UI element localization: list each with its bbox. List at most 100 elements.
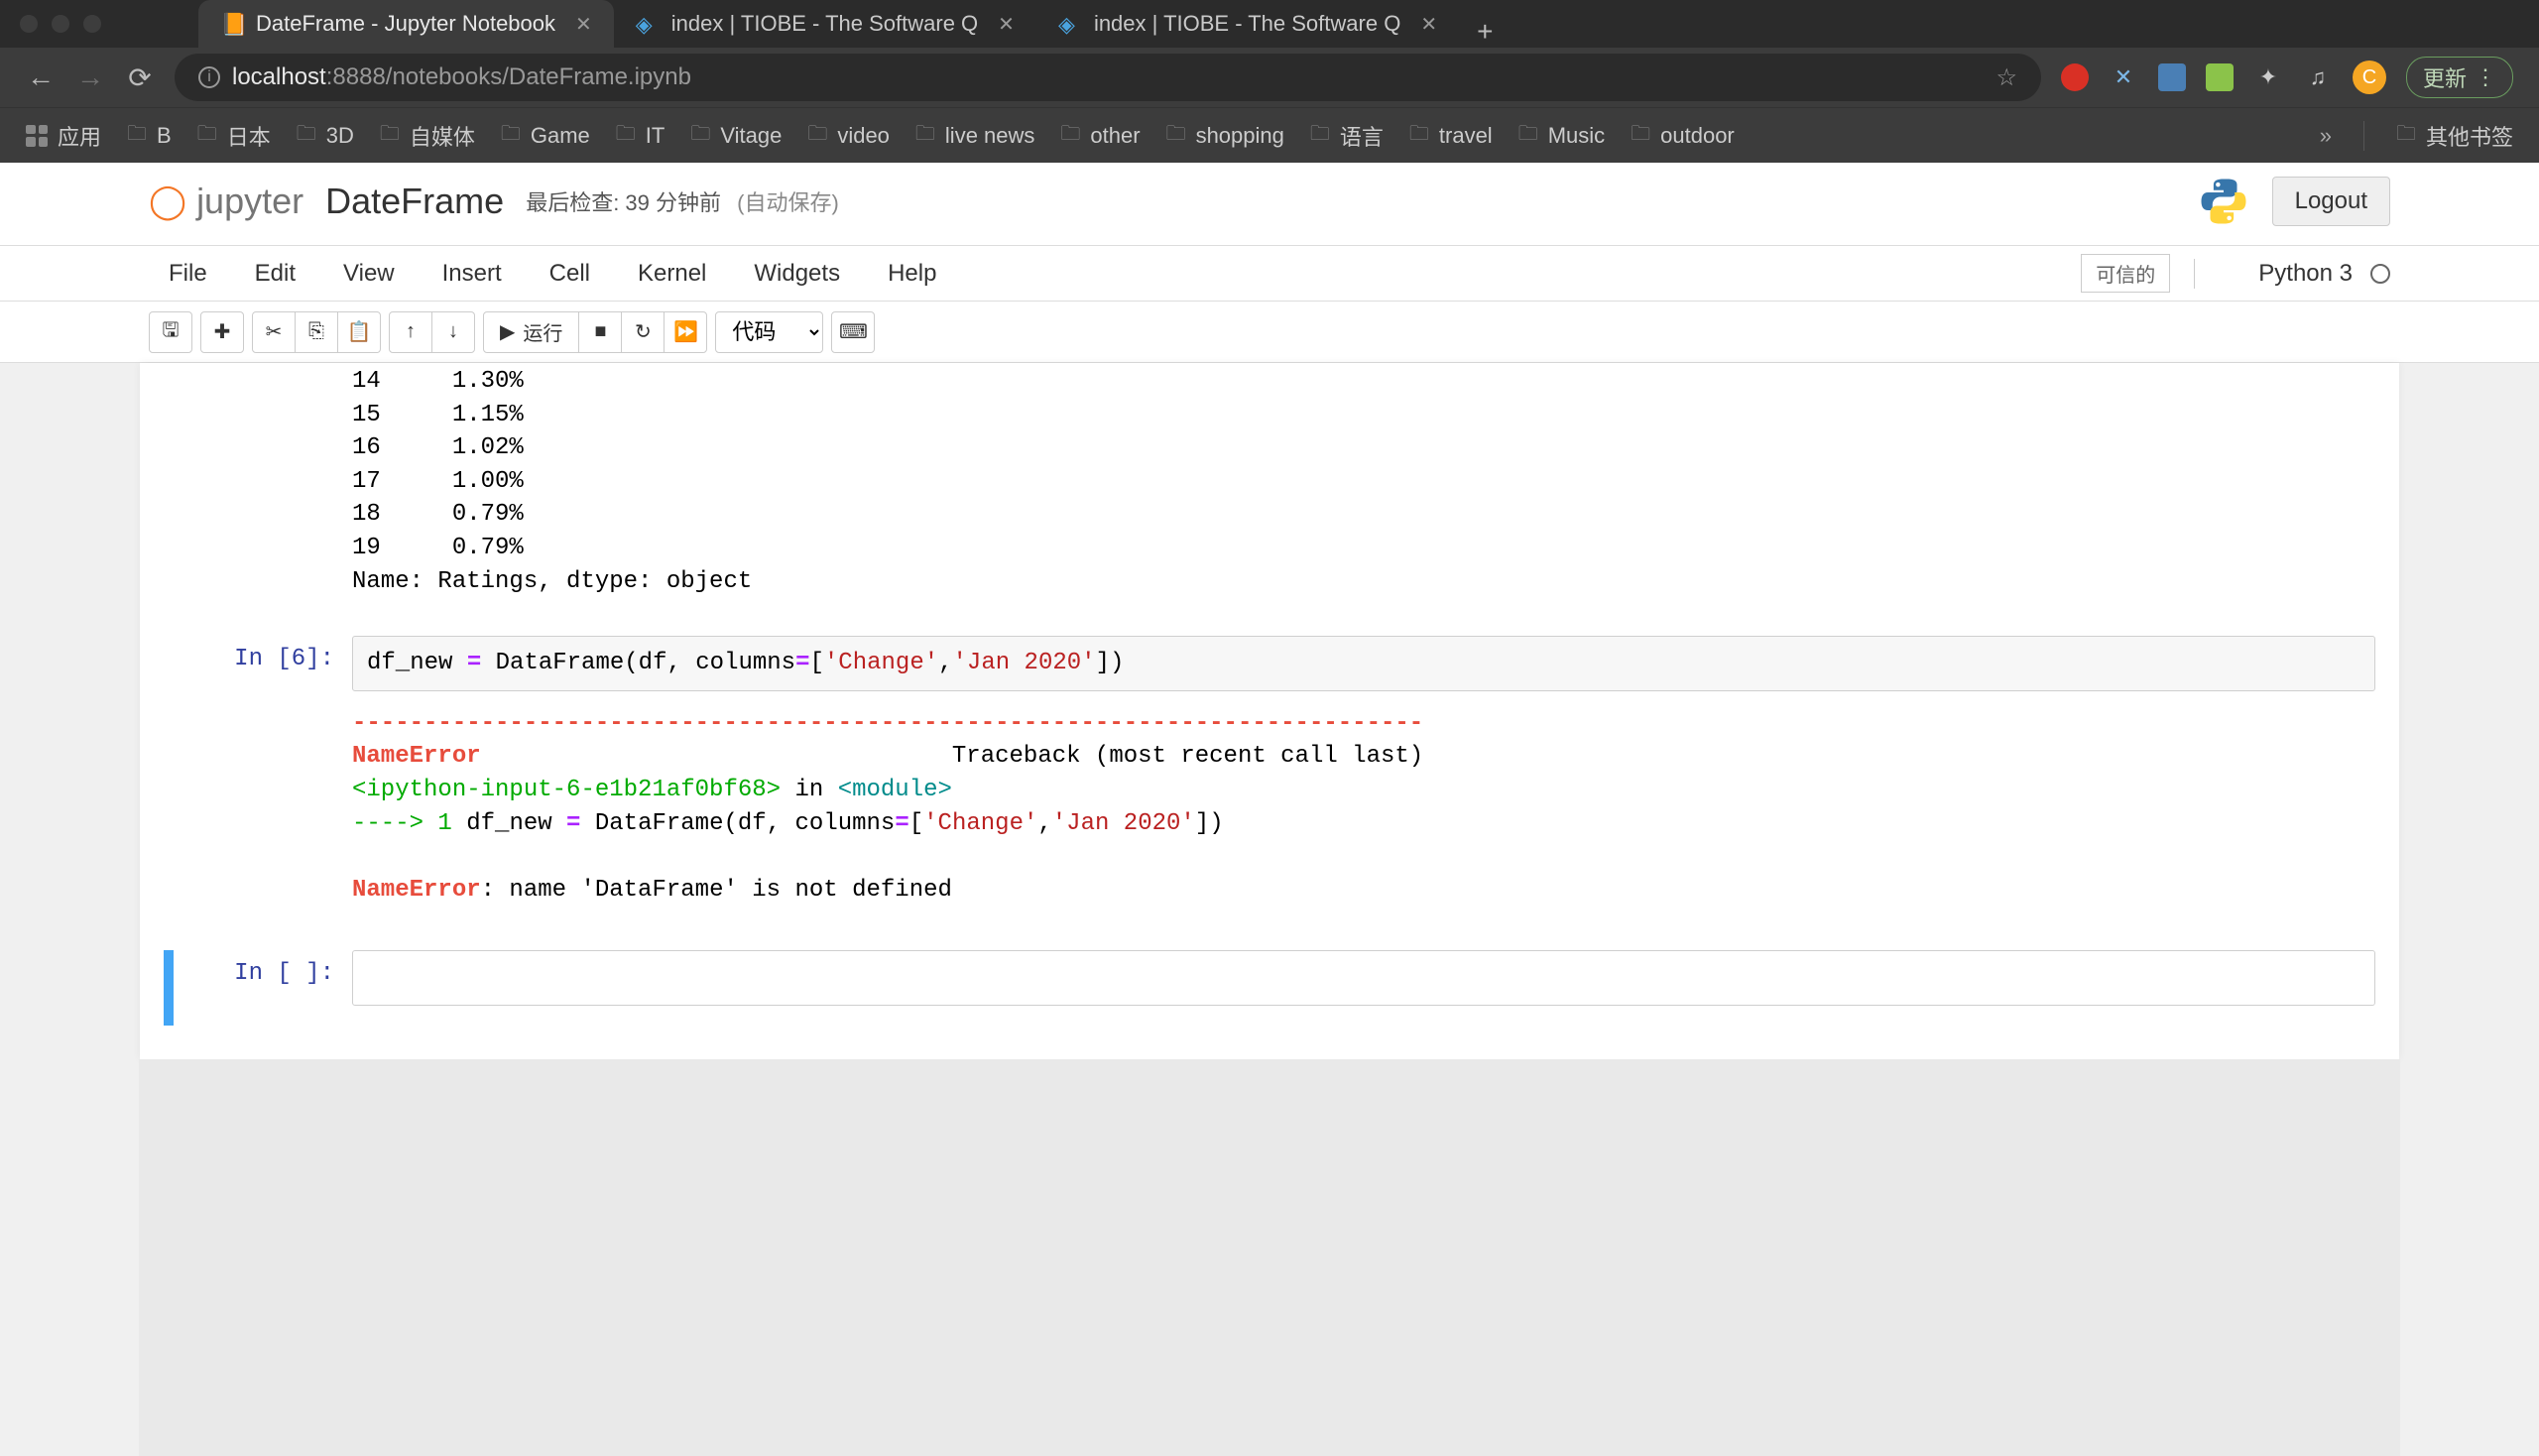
restart-button[interactable]: ↻ (621, 311, 665, 353)
copy-button[interactable]: ⎘ (295, 311, 338, 353)
jupyter-logo-text: jupyter (196, 181, 303, 222)
restart-icon: ↻ (635, 319, 652, 344)
reload-button[interactable]: ⟳ (125, 62, 155, 92)
input-prompt: In [ ]: (164, 950, 352, 1026)
bookmark-folder[interactable]: 🗀3D (297, 119, 354, 153)
bookmark-folder[interactable]: 🗀video (807, 119, 890, 153)
output-prompt (164, 363, 352, 618)
code-cell[interactable]: In [6]: df_new = DataFrame(df, columns=[… (140, 618, 2399, 926)
tiobe-favicon-icon: ◈ (1058, 12, 1082, 36)
keyboard-icon: ⌨ (839, 319, 868, 344)
bookmark-folder[interactable]: 🗀语言 (1310, 119, 1384, 153)
close-tab-icon[interactable]: ✕ (1420, 12, 1437, 37)
jupyter-notebook-page: ◯ jupyter DateFrame 最后检查: 39 分钟前 (自动保存) … (0, 163, 2539, 1456)
other-bookmarks-folder[interactable]: 🗀其他书签 (2396, 119, 2513, 153)
close-window-icon[interactable] (20, 15, 38, 33)
paste-button[interactable]: 📋 (337, 311, 381, 353)
back-button[interactable]: ← (26, 62, 56, 92)
folder-icon: 🗀 (501, 119, 521, 153)
browser-tab[interactable]: ◈ index | TIOBE - The Software Q ✕ (614, 0, 1036, 48)
url-bar[interactable]: i localhost:8888/notebooks/DateFrame.ipy… (175, 54, 2041, 101)
code-input-empty[interactable] (352, 950, 2375, 1006)
python-kernel-logo-icon (2197, 175, 2250, 228)
extension-icon[interactable] (2206, 63, 2234, 91)
restart-run-all-button[interactable]: ⏩ (664, 311, 707, 353)
menu-kernel[interactable]: Kernel (618, 248, 726, 300)
bookmark-folder[interactable]: 🗀Vitage (690, 119, 782, 153)
browser-chrome: 📙 DateFrame - Jupyter Notebook ✕ ◈ index… (0, 0, 2539, 163)
code-input[interactable]: df_new = DataFrame(df, columns=['Change'… (352, 636, 2375, 691)
notebook-title[interactable]: DateFrame (325, 181, 504, 222)
interrupt-button[interactable]: ■ (578, 311, 622, 353)
menu-edit[interactable]: Edit (235, 248, 315, 300)
plus-icon: ✚ (214, 319, 231, 344)
menu-view[interactable]: View (323, 248, 415, 300)
menu-file[interactable]: File (149, 248, 227, 300)
folder-icon: 🗀 (197, 119, 217, 153)
star-bookmark-icon[interactable]: ☆ (1995, 63, 2017, 92)
add-cell-button[interactable]: ✚ (200, 311, 244, 353)
bookmark-folder[interactable]: 🗀other (1060, 119, 1140, 153)
arrow-down-icon: ↓ (448, 320, 458, 343)
jupyter-header: ◯ jupyter DateFrame 最后检查: 39 分钟前 (自动保存) … (0, 163, 2539, 246)
cut-button[interactable]: ✂ (252, 311, 296, 353)
new-tab-button[interactable]: + (1459, 16, 1511, 48)
jupyter-logo[interactable]: ◯ jupyter (149, 181, 303, 222)
logout-button[interactable]: Logout (2272, 177, 2390, 226)
code-cell-selected[interactable]: In [ ]: (140, 926, 2399, 1059)
close-tab-icon[interactable]: ✕ (575, 12, 592, 37)
run-button[interactable]: ▶运行 (483, 311, 579, 353)
minimize-window-icon[interactable] (52, 15, 69, 33)
move-up-button[interactable]: ↑ (389, 311, 432, 353)
browser-tab[interactable]: ◈ index | TIOBE - The Software Q ✕ (1036, 0, 1459, 48)
maximize-window-icon[interactable] (83, 15, 101, 33)
kernel-name[interactable]: Python 3 (2258, 260, 2353, 288)
close-tab-icon[interactable]: ✕ (998, 12, 1015, 37)
bookmarks-bar: 应用 🗀B 🗀日本 🗀3D 🗀自媒体 🗀Game 🗀IT 🗀Vitage 🗀vi… (0, 107, 2539, 163)
playlist-icon[interactable]: ♫ (2303, 62, 2333, 92)
browser-tab-bar: 📙 DateFrame - Jupyter Notebook ✕ ◈ index… (0, 0, 2539, 48)
bookmark-folder[interactable]: 🗀IT (616, 119, 665, 153)
folder-icon: 🗀 (1060, 119, 1080, 153)
extensions-puzzle-icon[interactable]: ✦ (2253, 62, 2283, 92)
command-palette-button[interactable]: ⌨ (831, 311, 875, 353)
site-info-icon[interactable]: i (198, 66, 220, 88)
trusted-indicator[interactable]: 可信的 (2081, 254, 2170, 293)
bookmark-folder[interactable]: 🗀shopping (1166, 119, 1284, 153)
update-button[interactable]: 更新 ⋮ (2406, 57, 2513, 98)
folder-icon: 🗀 (1310, 119, 1330, 153)
checkpoint-text: 最后检查: 39 分钟前 (自动保存) (526, 185, 839, 217)
menu-cell[interactable]: Cell (530, 248, 610, 300)
apps-shortcut[interactable]: 应用 (26, 120, 101, 152)
extension-icon[interactable]: ✕ (2109, 62, 2138, 92)
profile-avatar[interactable]: C (2353, 61, 2386, 94)
paste-icon: 📋 (347, 319, 372, 344)
fast-forward-icon: ⏩ (673, 319, 698, 344)
bookmark-folder[interactable]: 🗀outdoor (1631, 119, 1735, 153)
move-down-button[interactable]: ↓ (431, 311, 475, 353)
bookmark-folder[interactable]: 🗀B (127, 119, 172, 153)
cell-type-select[interactable]: 代码 (715, 311, 823, 353)
menu-help[interactable]: Help (868, 248, 956, 300)
bookmark-folder[interactable]: 🗀日本 (197, 119, 271, 153)
output-cell: 14 1.30% 15 1.15% 16 1.02% 17 1.00% 18 0… (140, 363, 2399, 618)
bookmark-folder[interactable]: 🗀travel (1409, 119, 1493, 153)
extension-icon[interactable] (2061, 63, 2089, 91)
bookmark-folder[interactable]: 🗀live news (915, 119, 1034, 153)
browser-tab-active[interactable]: 📙 DateFrame - Jupyter Notebook ✕ (198, 0, 614, 48)
menu-widgets[interactable]: Widgets (734, 248, 860, 300)
url-domain: localhost (232, 63, 326, 90)
extension-icon[interactable] (2158, 63, 2186, 91)
menu-insert[interactable]: Insert (423, 248, 522, 300)
forward-button[interactable]: → (75, 62, 105, 92)
save-button[interactable]: 🖫 (149, 311, 192, 353)
bookmark-folder[interactable]: 🗀Music (1518, 119, 1605, 153)
bookmark-folder[interactable]: 🗀自媒体 (380, 119, 475, 153)
notebook-bottom-padding (139, 1059, 2400, 1456)
bookmark-folder[interactable]: 🗀Game (501, 119, 590, 153)
divider (2363, 121, 2364, 151)
folder-icon: 🗀 (1631, 119, 1650, 153)
folder-icon: 🗀 (380, 119, 400, 153)
bookmarks-overflow-button[interactable]: » (2320, 123, 2332, 149)
input-prompt: In [6]: (164, 636, 352, 926)
